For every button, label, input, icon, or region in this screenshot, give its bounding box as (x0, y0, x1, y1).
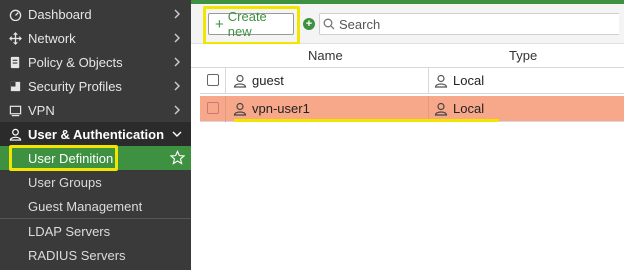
column-divider (428, 68, 429, 94)
sidebar-item-security-profiles[interactable]: Security Profiles (0, 74, 191, 98)
user-icon (8, 127, 22, 141)
user-name: guest (252, 73, 284, 88)
user-icon (233, 102, 247, 116)
column-divider (225, 68, 226, 94)
column-header-type[interactable]: Type (509, 48, 537, 63)
type-cell: Local (434, 73, 484, 88)
chevron-right-icon (174, 57, 180, 67)
sidebar-subitem-label: LDAP Servers (28, 223, 111, 239)
chevron-right-icon (174, 33, 180, 43)
sidebar-item-label: VPN (28, 102, 55, 118)
create-new-button[interactable]: + Create new (208, 9, 294, 39)
sidebar-item-label: Security Profiles (28, 78, 122, 94)
column-header-name[interactable]: Name (308, 48, 343, 63)
sidebar-item-label: Dashboard (28, 6, 92, 22)
sidebar-item-network[interactable]: Network (0, 26, 191, 50)
plus-icon: + (215, 15, 224, 33)
monitor-icon (8, 103, 22, 117)
sidebar-subitem-label: RADIUS Servers (28, 247, 126, 263)
table-header: Name Type (191, 44, 624, 68)
user-type: Local (453, 101, 485, 116)
sidebar-item-dashboard[interactable]: Dashboard (0, 2, 191, 26)
highlight-underline (234, 119, 499, 122)
sidebar-subitem-label: User Groups (28, 174, 102, 190)
policy-icon (8, 55, 22, 69)
search-input[interactable]: Search (319, 13, 619, 35)
toolbar: + Create new + Search (191, 4, 624, 44)
sidebar-subitem-guest-management[interactable]: Guest Management (0, 194, 191, 218)
dashboard-icon (8, 7, 22, 21)
sidebar-subitem-label: User Definition (28, 150, 114, 166)
chevron-right-icon (174, 105, 180, 115)
table-row[interactable]: guest Local (200, 68, 624, 94)
chevron-right-icon (174, 81, 180, 91)
name-cell: guest (233, 73, 284, 88)
sidebar-item-policy-objects[interactable]: Policy & Objects (0, 50, 191, 74)
add-filter-icon[interactable]: + (303, 18, 315, 30)
sidebar-item-label: Network (28, 30, 76, 46)
sidebar-item-user-authentication[interactable]: User & Authentication (0, 122, 191, 146)
sidebar-item-label: Policy & Objects (28, 54, 123, 70)
user-icon (434, 102, 448, 116)
search-area: + Search (303, 13, 624, 35)
sidebar-subitem-radius-servers[interactable]: RADIUS Servers (0, 243, 191, 267)
sidebar: Dashboard Network Policy & Objects Secur… (0, 0, 191, 270)
sidebar-subitem-user-definition[interactable]: User Definition (0, 146, 191, 170)
sidebar-subitem-user-groups[interactable]: User Groups (0, 170, 191, 194)
star-icon[interactable] (170, 150, 185, 165)
main-content: + Create new + Search Name Type guest Lo… (191, 0, 624, 270)
user-name: vpn-user1 (252, 101, 310, 116)
type-cell: Local (434, 101, 484, 116)
search-icon (323, 18, 335, 30)
user-icon (434, 74, 448, 88)
chevron-down-icon (172, 131, 182, 137)
sidebar-item-label: User & Authentication (28, 126, 165, 142)
name-cell: vpn-user1 (233, 101, 310, 116)
user-icon (233, 74, 247, 88)
shield-icon (8, 79, 22, 93)
sidebar-subitem-label: Guest Management (28, 198, 143, 214)
chevron-right-icon (174, 9, 180, 19)
search-placeholder: Search (339, 16, 381, 32)
network-icon (8, 31, 22, 45)
sidebar-subitem-ldap-servers[interactable]: LDAP Servers (0, 219, 191, 243)
create-new-label: Create new (227, 9, 267, 39)
row-checkbox[interactable] (207, 74, 219, 86)
user-type: Local (453, 73, 485, 88)
column-divider (225, 96, 226, 122)
sidebar-item-vpn[interactable]: VPN (0, 98, 191, 122)
row-checkbox[interactable] (207, 102, 219, 114)
